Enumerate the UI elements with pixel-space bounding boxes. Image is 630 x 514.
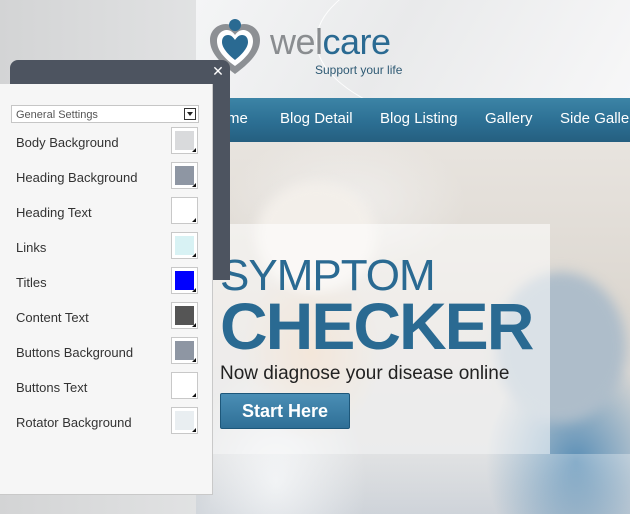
nav-item-home[interactable]: me — [227, 110, 248, 127]
color-swatch-content-text[interactable] — [171, 302, 198, 329]
color-swatch-links[interactable] — [171, 232, 198, 259]
hero-title-line2: CHECKER — [220, 289, 534, 363]
setting-label: Buttons Text — [16, 380, 88, 395]
setting-label: Buttons Background — [16, 345, 134, 360]
main-nav: me Blog Detail Blog Listing Gallery Side… — [196, 98, 630, 143]
swatch-corner-icon — [192, 183, 196, 187]
nav-item-gallery[interactable]: Gallery — [485, 110, 533, 127]
swatch-corner-icon — [192, 428, 196, 432]
nav-item-blog-listing[interactable]: Blog Listing — [380, 110, 458, 127]
logo-text-care: care — [322, 21, 392, 62]
nav-item-side-gallery[interactable]: Side Galler — [560, 110, 630, 127]
setting-label: Content Text — [16, 310, 89, 325]
setting-label: Titles — [16, 275, 47, 290]
setting-label: Heading Background — [16, 170, 138, 185]
setting-label: Body Background — [16, 135, 119, 150]
site-header: welcare Support your life — [196, 0, 630, 100]
settings-dropdown-value: General Settings — [16, 109, 98, 121]
logo-text-wel: wel — [270, 21, 323, 62]
swatch-corner-icon — [192, 253, 196, 257]
color-swatch-titles[interactable] — [171, 267, 198, 294]
setting-label: Heading Text — [16, 205, 92, 220]
color-swatch-heading-background[interactable] — [171, 162, 198, 189]
color-swatch-heading-text[interactable] — [171, 197, 198, 224]
color-swatch-body-background[interactable] — [171, 127, 198, 154]
settings-dropdown[interactable]: General Settings — [11, 105, 199, 123]
color-swatch-rotator-background[interactable] — [171, 407, 198, 434]
color-swatch-buttons-text[interactable] — [171, 372, 198, 399]
site-tagline: Support your life — [315, 63, 403, 77]
site-logo-text[interactable]: welcare — [270, 22, 391, 62]
chevron-down-icon[interactable] — [184, 108, 196, 120]
setting-label: Links — [16, 240, 47, 255]
setting-row-rotator-background: Rotator Background — [0, 407, 212, 450]
swatch-corner-icon — [192, 393, 196, 397]
swatch-corner-icon — [192, 148, 196, 152]
start-here-button[interactable]: Start Here — [220, 393, 350, 429]
color-swatch-buttons-background[interactable] — [171, 337, 198, 364]
swatch-corner-icon — [192, 323, 196, 327]
swatch-corner-icon — [192, 218, 196, 222]
close-icon[interactable]: ✕ — [211, 64, 225, 78]
nav-item-blog-detail[interactable]: Blog Detail — [280, 110, 353, 127]
hero-bottom-fade — [210, 454, 630, 514]
swatch-corner-icon — [192, 358, 196, 362]
swatch-corner-icon — [192, 288, 196, 292]
setting-label: Rotator Background — [16, 415, 132, 430]
hero-subtitle: Now diagnose your disease online — [220, 363, 510, 384]
